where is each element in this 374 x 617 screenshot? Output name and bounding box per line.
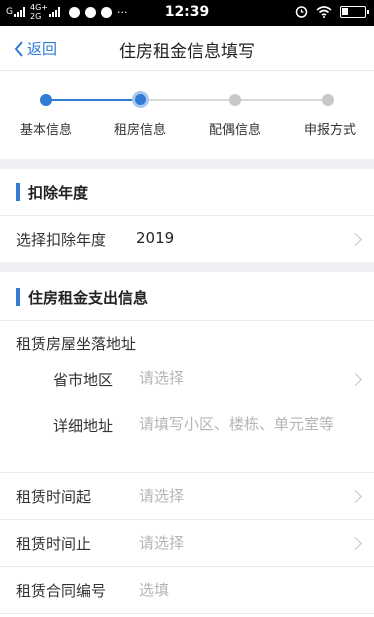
- wifi-icon: [316, 5, 332, 18]
- lease-start-placeholder: 请选择: [139, 487, 185, 505]
- nav-bar: 返回 住房租金信息填写: [0, 26, 374, 71]
- step-label-4: 申报方式: [303, 123, 356, 138]
- section-title: 扣除年度: [28, 184, 89, 202]
- progress-stepper: 基本信息 租房信息 配偶信息 申报方式: [0, 71, 374, 159]
- chevron-right-icon: [349, 490, 362, 503]
- section-divider: [0, 159, 374, 169]
- contract-number-input[interactable]: 选填: [139, 579, 169, 602]
- detail-address-input[interactable]: 请填写小区、楼栋、单元室等: [139, 413, 349, 436]
- deduction-year-value: 2019: [136, 229, 175, 247]
- section-header-deduction-year: 扣除年度: [0, 169, 374, 216]
- lease-end-label: 租赁时间止: [16, 535, 92, 553]
- battery-icon: [340, 5, 369, 18]
- detail-address-label: 详细地址: [53, 417, 114, 435]
- step-label-1: 基本信息: [19, 123, 72, 138]
- step-dot-3: [229, 94, 241, 106]
- chevron-right-icon: [349, 537, 362, 550]
- detail-address-row[interactable]: 详细地址 请填写小区、楼栋、单元室等: [0, 401, 374, 473]
- step-dot-2-current: [132, 91, 149, 108]
- chevron-right-icon: [349, 373, 362, 386]
- lease-end-placeholder: 请选择: [139, 534, 185, 552]
- contract-number-row[interactable]: 租赁合同编号 选填: [0, 567, 374, 614]
- alarm-icon: [295, 6, 308, 18]
- address-group-header: 租赁房屋坐落地址: [0, 321, 374, 359]
- section-title: 住房租金支出信息: [28, 289, 149, 307]
- contract-number-label: 租赁合同编号: [16, 582, 107, 600]
- step-label-3: 配偶信息: [208, 123, 261, 138]
- region-select-row[interactable]: 省市地区 请选择: [0, 359, 374, 401]
- page-title: 住房租金信息填写: [119, 42, 255, 62]
- status-bar: G 4G+ 2G ··· 12:39: [0, 0, 374, 26]
- region-label: 省市地区: [53, 371, 114, 389]
- lease-end-row[interactable]: 租赁时间止 请选择: [0, 520, 374, 567]
- region-placeholder: 请选择: [139, 369, 185, 387]
- chevron-right-icon: [349, 233, 362, 246]
- lease-start-label: 租赁时间起: [16, 488, 92, 506]
- address-label: 租赁房屋坐落地址: [16, 335, 137, 353]
- step-label-2: 租房信息: [113, 123, 166, 138]
- section-divider: [0, 262, 374, 272]
- step-connector-done: [46, 99, 140, 101]
- section-header-rent-expense: 住房租金支出信息: [0, 272, 374, 321]
- lease-start-row[interactable]: 租赁时间起 请选择: [0, 473, 374, 520]
- section-accent-bar: [16, 288, 20, 306]
- step-dot-1: [40, 94, 52, 106]
- step-dot-4: [322, 94, 334, 106]
- deduction-year-label: 选择扣除年度: [16, 231, 107, 249]
- section-accent-bar: [16, 183, 20, 201]
- deduction-year-row[interactable]: 选择扣除年度 2019: [0, 216, 374, 262]
- status-right: [295, 5, 369, 18]
